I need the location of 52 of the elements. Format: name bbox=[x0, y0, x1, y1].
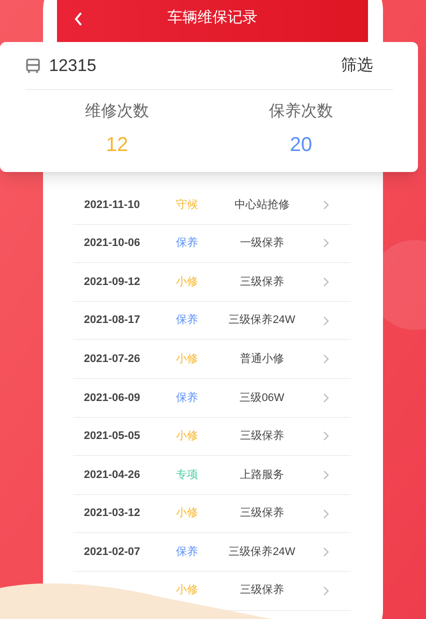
record-type: 保养 bbox=[176, 237, 198, 250]
bus-icon bbox=[25, 58, 41, 74]
stat-label: 维修次数 bbox=[85, 102, 149, 122]
record-type: 小修 bbox=[176, 430, 198, 442]
record-date: 2021-03-12 bbox=[84, 507, 140, 520]
stat-value: 12 bbox=[106, 133, 128, 158]
stat-label: 保养次数 bbox=[269, 102, 333, 122]
record-date: 2021-09-12 bbox=[84, 276, 140, 288]
chevron-icon bbox=[323, 586, 329, 596]
chevron-icon bbox=[323, 547, 329, 558]
record-content: 三级保养 bbox=[240, 584, 284, 596]
record-type: 专项 bbox=[176, 468, 198, 481]
record-date: 2021-11-10 bbox=[84, 198, 140, 211]
record-content: 三级06W bbox=[240, 392, 284, 404]
record-date: 2021-04-26 bbox=[84, 468, 140, 481]
page-title: 车辆维保记录 bbox=[168, 8, 258, 28]
record-type: 小修 bbox=[176, 276, 198, 288]
record-type: 小修 bbox=[176, 507, 198, 520]
record-content: 三级保养24W bbox=[228, 314, 296, 326]
chevron-icon bbox=[323, 316, 329, 326]
filter-button[interactable]: 筛选 bbox=[341, 54, 373, 78]
chevron-icon bbox=[323, 200, 329, 210]
record-content: 一级保养 bbox=[240, 237, 284, 250]
chevron-icon bbox=[323, 238, 329, 248]
chevron-icon bbox=[323, 470, 329, 480]
record-date: 2021-10-06 bbox=[84, 237, 140, 250]
chevron-icon bbox=[323, 354, 329, 364]
record-content: 中心站抢修 bbox=[234, 198, 290, 211]
record-date: 2021-02-07 bbox=[84, 546, 140, 558]
record-type: 守候 bbox=[176, 198, 198, 211]
record-content: 三级保养24W bbox=[228, 546, 296, 558]
chevron-icon bbox=[323, 431, 329, 442]
record-type: 保养 bbox=[176, 546, 198, 558]
record-content: 三级保养 bbox=[240, 276, 284, 288]
record-type: 保养 bbox=[176, 314, 198, 326]
record-date: 2021-07-26 bbox=[84, 352, 140, 365]
record-date: 2021-05-05 bbox=[84, 430, 140, 442]
record-content: 普通小修 bbox=[240, 352, 284, 365]
back-icon[interactable] bbox=[74, 12, 84, 26]
record-type: 小修 bbox=[176, 352, 198, 365]
record-date: 2021-08-17 bbox=[84, 314, 140, 326]
record-content: 三级保养 bbox=[240, 507, 284, 520]
chevron-icon bbox=[323, 276, 329, 287]
record-type: 保养 bbox=[176, 392, 198, 404]
record-content: 上路服务 bbox=[240, 468, 284, 481]
record-type: 小修 bbox=[176, 584, 198, 596]
chevron-icon bbox=[323, 508, 329, 519]
plate-number: 12315 bbox=[49, 54, 96, 77]
chevron-icon bbox=[323, 392, 329, 403]
record-date: 2021-06-09 bbox=[84, 392, 140, 404]
record-content: 三级保养 bbox=[240, 430, 284, 442]
stat-value: 20 bbox=[290, 133, 312, 158]
